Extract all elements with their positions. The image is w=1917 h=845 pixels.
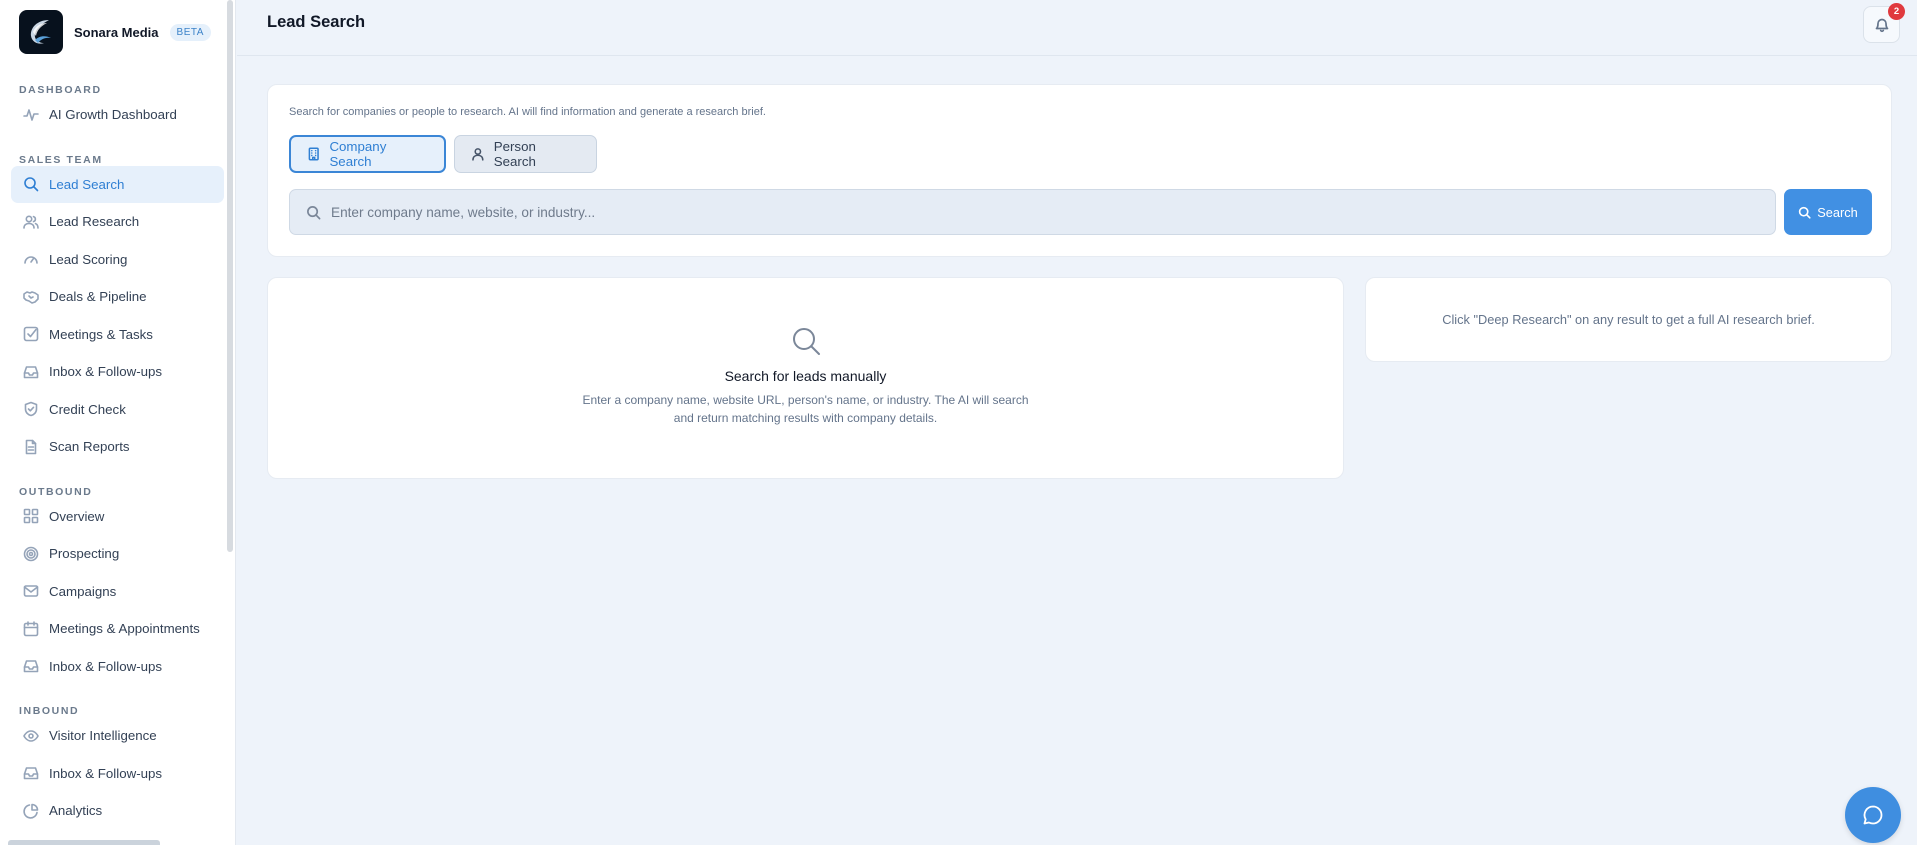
page-title: Lead Search [267, 13, 366, 31]
file-text-icon [25, 439, 37, 455]
sidebar-item-visitor-intelligence[interactable]: Visitor Intelligence [11, 717, 224, 755]
bell-icon [1875, 18, 1888, 32]
section-inbound: INBOUND [19, 705, 80, 717]
research-brief-hint: Click "Deep Research" on any result to g… [1442, 312, 1815, 327]
eye-icon [23, 729, 39, 742]
search-icon [1799, 206, 1811, 219]
activity-icon [23, 108, 39, 121]
brand-logo-icon [19, 10, 63, 54]
sidebar-item-outbound-inbox-followups[interactable]: Inbox & Follow-ups [11, 648, 224, 686]
sidebar-item-lead-research[interactable]: Lead Research [11, 203, 224, 241]
search-icon [307, 205, 321, 219]
inbox-icon [23, 660, 39, 673]
sidebar-scrollbar[interactable] [227, 0, 233, 552]
sidebar-item-label: Credit Check [49, 401, 126, 417]
gauge-icon [24, 256, 38, 265]
building-icon [308, 147, 319, 161]
sidebar-item-label: Overview [49, 508, 105, 524]
tab-label: Person Search [493, 139, 536, 169]
sidebar-item-label: Inbox & Follow-ups [49, 364, 163, 380]
sidebar-item-label: AI Growth Dashboard [49, 107, 177, 123]
search-icon [792, 328, 820, 355]
search-button-label: Search [1817, 204, 1858, 220]
brand[interactable]: Sonara Media BETA [0, 0, 235, 64]
sidebar-item-label: Inbox & Follow-ups [49, 658, 163, 674]
sidebar-item-overview[interactable]: Overview [11, 498, 224, 536]
sidebar: Sonara Media BETA DASHBOARD AI Growth Da… [0, 0, 236, 845]
section-dashboard: DASHBOARD [19, 84, 102, 96]
search-icon [24, 177, 39, 192]
sidebar-item-label: Scan Reports [49, 439, 130, 455]
user-icon [472, 148, 484, 161]
empty-state-description: Enter a company name, website URL, perso… [582, 393, 1029, 425]
sidebar-item-scan-reports[interactable]: Scan Reports [11, 428, 224, 466]
handshake-icon [23, 290, 39, 304]
mail-icon [23, 585, 39, 598]
chat-button[interactable] [1845, 787, 1901, 843]
sidebar-horizontal-scrollbar[interactable] [8, 840, 160, 845]
inbox-icon [23, 365, 39, 379]
results-card: Search for leads manually Enter a compan… [267, 277, 1344, 479]
sidebar-item-lead-search[interactable]: Lead Search [11, 165, 224, 203]
empty-state: Search for leads manually Enter a compan… [268, 325, 1343, 427]
sidebar-item-campaigns[interactable]: Campaigns [11, 573, 224, 611]
users-icon [23, 215, 39, 229]
page-header: Lead Search 2 [237, 0, 1917, 56]
sidebar-item-label: Lead Scoring [49, 251, 128, 267]
empty-state-title: Search for leads manually [724, 368, 887, 384]
sidebar-item-label: Meetings & Appointments [49, 621, 200, 637]
sidebar-item-label: Deals & Pipeline [49, 289, 147, 305]
tab-label: Company Search [329, 139, 387, 169]
search-intro-text: Search for companies or people to resear… [289, 106, 766, 118]
pie-chart-icon [23, 803, 39, 819]
tab-company-search[interactable]: Company Search [289, 135, 446, 173]
sidebar-item-label: Lead Search [49, 176, 125, 192]
sidebar-item-credit-check[interactable]: Credit Check [11, 391, 224, 429]
section-sales-team: SALES TEAM [19, 153, 103, 166]
sidebar-item-label: Visitor Intelligence [49, 728, 157, 744]
notifications-button[interactable]: 2 [1863, 3, 1905, 43]
sidebar-item-ai-growth-dashboard[interactable]: AI Growth Dashboard [11, 96, 224, 134]
tab-person-search[interactable]: Person Search [454, 135, 597, 173]
search-button[interactable]: Search [1784, 189, 1872, 235]
sidebar-item-inbound-inbox-followups[interactable]: Inbox & Follow-ups [11, 755, 224, 793]
sidebar-item-label: Lead Research [49, 214, 140, 230]
target-icon [23, 546, 39, 562]
search-input[interactable] [331, 204, 1751, 220]
sidebar-item-meetings-tasks[interactable]: Meetings & Tasks [11, 316, 224, 354]
search-card: Search for companies or people to resear… [267, 84, 1892, 257]
check-square-icon [23, 326, 39, 342]
research-brief-card: Click "Deep Research" on any result to g… [1365, 277, 1892, 362]
sidebar-item-prospecting[interactable]: Prospecting [11, 535, 224, 573]
sidebar-item-label: Analytics [49, 803, 103, 819]
sidebar-item-label: Campaigns [49, 583, 117, 599]
brand-name: Sonara Media [74, 24, 159, 40]
sidebar-item-label: Inbox & Follow-ups [49, 765, 163, 781]
beta-badge: BETA [169, 23, 211, 41]
sidebar-item-label: Meetings & Tasks [49, 326, 153, 342]
calendar-icon [23, 620, 39, 637]
sidebar-item-analytics[interactable]: Analytics [11, 792, 224, 830]
grid-icon [23, 508, 39, 524]
search-field[interactable] [289, 189, 1776, 235]
sidebar-item-label: Prospecting [49, 546, 120, 562]
sidebar-item-inbox-followups[interactable]: Inbox & Follow-ups [11, 353, 224, 391]
sidebar-item-meetings-appointments[interactable]: Meetings & Appointments [11, 610, 224, 648]
sidebar-item-deals-pipeline[interactable]: Deals & Pipeline [11, 278, 224, 316]
section-outbound: OUTBOUND [19, 485, 93, 498]
sidebar-item-lead-scoring[interactable]: Lead Scoring [11, 241, 224, 279]
inbox-icon [23, 767, 39, 780]
chat-bubble-icon [1863, 805, 1883, 825]
notification-count-badge: 2 [1888, 3, 1905, 20]
shield-check-icon [24, 401, 38, 417]
